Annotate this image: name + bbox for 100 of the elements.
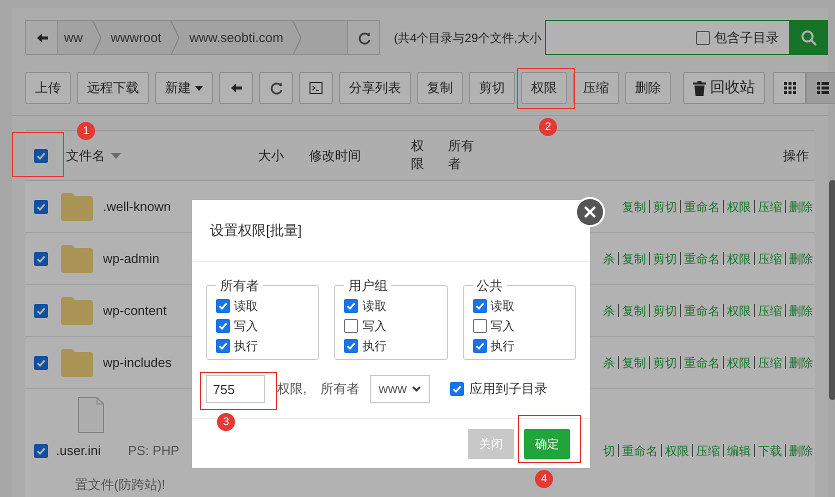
action-link[interactable]: 重命名 (684, 354, 720, 372)
action-link[interactable]: 压缩 (758, 354, 782, 372)
checkbox[interactable] (216, 318, 230, 332)
action-link[interactable]: 压缩 (696, 442, 720, 460)
checkbox[interactable] (34, 200, 48, 214)
file-name[interactable]: .user.ini (56, 441, 128, 460)
column-header[interactable]: 修改时间 (309, 146, 411, 166)
checkbox[interactable] (216, 298, 230, 312)
checkbox[interactable] (472, 338, 487, 352)
action-link[interactable]: 删除 (789, 250, 813, 268)
action-link[interactable]: 删除 (789, 302, 813, 320)
file-note: 置文件(防跨站)! (75, 476, 166, 494)
grid-view-button[interactable] (773, 72, 806, 104)
checkbox[interactable] (344, 318, 358, 332)
checkbox[interactable] (34, 444, 48, 458)
action-link[interactable]: 切 (603, 442, 615, 460)
column-header[interactable]: 所有者 (448, 137, 474, 174)
permission-input[interactable]: 755 (206, 375, 265, 403)
checkbox[interactable] (216, 338, 230, 352)
action-link[interactable]: 复制 (622, 302, 646, 320)
owner-select[interactable]: www (370, 375, 430, 403)
action-link[interactable]: 剪切 (653, 302, 677, 320)
action-link[interactable]: 剪切 (653, 354, 677, 372)
grid-icon (784, 82, 796, 94)
chevron-down-icon (412, 386, 421, 392)
action-link[interactable]: 权限 (727, 302, 751, 320)
refresh-button[interactable] (259, 72, 293, 104)
checkbox[interactable] (34, 304, 48, 318)
toolbar-button[interactable]: 剪切 (469, 72, 515, 104)
action-link[interactable]: 剪切 (653, 198, 677, 216)
refresh-button[interactable] (347, 21, 379, 54)
action-link[interactable]: 杀 (603, 302, 615, 320)
action-link[interactable]: 删除 (789, 198, 813, 216)
terminal-button[interactable] (299, 72, 333, 104)
action-link[interactable]: 重命名 (684, 250, 720, 268)
action-link[interactable]: 权限 (665, 442, 689, 460)
checkbox[interactable] (472, 298, 487, 312)
list-view-button[interactable] (806, 72, 835, 104)
group-legend: 公共 (472, 276, 507, 296)
checkbox[interactable] (472, 318, 487, 332)
trash-icon (693, 80, 706, 96)
toolbar-button[interactable]: 删除 (625, 72, 671, 104)
column-header[interactable]: 大小 (258, 146, 309, 166)
action-link[interactable]: 复制 (622, 250, 646, 268)
checkbox-label: 应用到子目录 (470, 380, 548, 398)
action-link[interactable]: 权限 (727, 354, 751, 372)
action-link[interactable]: 删除 (789, 442, 813, 460)
breadcrumb-item[interactable]: ww (58, 28, 89, 48)
action-link[interactable]: 权限 (727, 198, 751, 216)
column-header[interactable]: 文件名 (66, 146, 105, 166)
action-link[interactable]: 剪切 (653, 250, 677, 268)
file-name[interactable]: wp-admin (103, 248, 160, 268)
toolbar-button[interactable]: 分享列表 (339, 72, 411, 104)
checkbox[interactable] (450, 382, 464, 396)
checkbox[interactable] (34, 148, 48, 162)
back-icon (229, 81, 243, 95)
breadcrumb-item[interactable]: wwwroot (104, 28, 168, 48)
search-button[interactable] (790, 20, 828, 55)
action-link[interactable]: 压缩 (758, 198, 782, 216)
action-link[interactable]: 下载 (758, 442, 782, 460)
action-link[interactable]: 编辑 (727, 442, 751, 460)
file-note: PS: PHP (128, 442, 180, 460)
toolbar-button[interactable]: 远程下载 (77, 72, 149, 104)
action-link[interactable]: 压缩 (758, 302, 782, 320)
action-link[interactable]: 压缩 (758, 250, 782, 268)
action-link[interactable]: 重命名 (622, 442, 658, 460)
action-link[interactable]: 杀 (603, 354, 615, 372)
chevron-icon (92, 21, 102, 54)
back-button[interactable] (219, 72, 253, 104)
toolbar-button[interactable]: 压缩 (573, 72, 619, 104)
action-link[interactable]: 杀 (603, 250, 615, 268)
search-field[interactable]: 包含子目录 (545, 20, 790, 55)
toolbar-button[interactable]: 上传 (25, 72, 71, 104)
permission-label: 权限, (277, 380, 307, 398)
scrollbar[interactable] (829, 180, 835, 400)
column-header[interactable]: 权限 (411, 137, 424, 174)
confirm-button[interactable]: 确定 (524, 428, 570, 458)
close-icon (584, 206, 596, 218)
recycle-bin-button[interactable]: 回收站 (683, 72, 765, 104)
file-name[interactable]: wp-content (103, 300, 167, 320)
file-name[interactable]: wp-includes (103, 352, 172, 372)
action-link[interactable]: 复制 (622, 198, 646, 216)
action-link[interactable]: 权限 (727, 250, 751, 268)
breadcrumb-item[interactable]: www.seobti.com (183, 28, 290, 48)
action-link[interactable]: 重命名 (684, 198, 720, 216)
checkbox[interactable] (696, 30, 710, 44)
toolbar-button[interactable]: 权限 (521, 72, 567, 104)
checkbox[interactable] (34, 356, 48, 370)
group-legend: 用户组 (344, 276, 392, 296)
checkbox[interactable] (34, 252, 48, 266)
file-name[interactable]: .well-known (103, 196, 171, 216)
action-link[interactable]: 删除 (789, 354, 813, 372)
checkbox[interactable] (344, 338, 358, 352)
action-link[interactable]: 复制 (622, 354, 646, 372)
toolbar-button[interactable]: 复制 (417, 72, 463, 104)
checkbox[interactable] (344, 298, 358, 312)
new-dropdown-button[interactable]: 新建 (155, 72, 213, 104)
group-legend: 所有者 (216, 276, 263, 296)
back-button[interactable] (26, 21, 58, 54)
action-link[interactable]: 重命名 (684, 302, 720, 320)
